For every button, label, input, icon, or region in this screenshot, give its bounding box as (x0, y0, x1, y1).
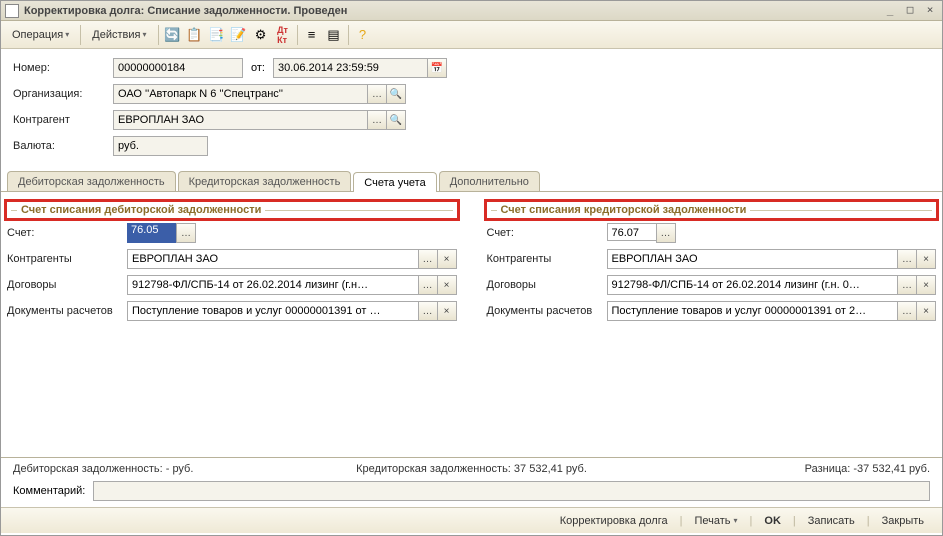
app-icon (5, 4, 19, 18)
minimize-button[interactable]: _ (882, 4, 898, 18)
credit-contr-label: Контрагенты (487, 253, 607, 265)
debit-contr-input[interactable] (127, 249, 419, 269)
credit-acct-label: Счет: (487, 227, 607, 239)
tab-credit[interactable]: Кредиторская задолженность (178, 171, 352, 191)
debit-writeoff-group: Счет списания дебиторской задолженности … (7, 202, 457, 322)
calendar-icon[interactable]: 📅 (427, 58, 447, 78)
help-icon[interactable]: ? (353, 25, 373, 45)
tab-accounts[interactable]: Счета учета (353, 172, 436, 192)
debit-contr-select[interactable]: … (418, 249, 438, 269)
org-search-button[interactable]: 🔍 (386, 84, 406, 104)
actions-menu[interactable]: Действия▾ (85, 26, 153, 44)
contractor-input[interactable] (113, 110, 368, 130)
tab-additional[interactable]: Дополнительно (439, 171, 540, 191)
close-button[interactable]: Закрыть (874, 513, 932, 529)
comment-input[interactable] (93, 481, 930, 501)
credit-doc-label: Документы расчетов (487, 305, 607, 317)
debit-doc-input[interactable] (127, 301, 419, 321)
credit-doc-select[interactable]: … (897, 301, 917, 321)
operation-menu[interactable]: Операция▾ (5, 26, 76, 44)
number-input[interactable] (113, 58, 243, 78)
header-form: Номер: от: 📅 Организация: … 🔍 Контрагент… (1, 49, 942, 165)
credit-acct-value[interactable]: 76.07 (607, 223, 657, 241)
date-input[interactable] (273, 58, 428, 78)
debit-contr-label: Контрагенты (7, 253, 127, 265)
debit-dog-select[interactable]: … (418, 275, 438, 295)
credit-writeoff-group: Счет списания кредиторской задолженности… (487, 202, 937, 322)
debit-total: Дебиторская задолженность: - руб. (13, 463, 319, 475)
currency-input[interactable] (113, 136, 208, 156)
org-input[interactable] (113, 84, 368, 104)
toolbar: Операция▾ Действия▾ 🔄 📋 📑 📝 ⚙ ДтКт ≡ ▤ ? (1, 21, 942, 49)
debit-doc-label: Документы расчетов (7, 305, 127, 317)
credit-dog-clear[interactable]: × (916, 275, 936, 295)
tabs: Дебиторская задолженность Кредиторская з… (1, 171, 942, 192)
dt-kt-icon[interactable]: ДтКт (273, 25, 293, 45)
tab-debit[interactable]: Дебиторская задолженность (7, 171, 176, 191)
contractor-select-button[interactable]: … (367, 110, 387, 130)
credit-dog-select[interactable]: … (897, 275, 917, 295)
from-label: от: (243, 62, 273, 74)
maximize-button[interactable]: □ (902, 4, 918, 18)
contractor-search-button[interactable]: 🔍 (386, 110, 406, 130)
number-label: Номер: (13, 62, 113, 74)
diff-total: Разница: -37 532,41 руб. (624, 463, 930, 475)
credit-contr-input[interactable] (607, 249, 899, 269)
correct-debt-button[interactable]: Корректировка долга (552, 513, 676, 529)
contractor-label: Контрагент (13, 114, 113, 126)
org-select-button[interactable]: … (367, 84, 387, 104)
structure-icon[interactable]: ≡ (302, 25, 322, 45)
list-icon[interactable]: ▤ (324, 25, 344, 45)
tab-accounts-body: Счет списания дебиторской задолженности … (1, 192, 942, 332)
debit-dog-input[interactable] (127, 275, 419, 295)
credit-doc-input[interactable] (607, 301, 899, 321)
credit-writeoff-title: Счет списания кредиторской задолженности (484, 199, 940, 221)
credit-total: Кредиторская задолженность: 37 532,41 ру… (319, 463, 625, 475)
footer: Корректировка долга | Печать▾ | OK | Зап… (1, 507, 942, 533)
credit-dog-input[interactable] (607, 275, 899, 295)
refresh-icon[interactable]: 🔄 (163, 25, 183, 45)
credit-acct-select[interactable]: … (656, 223, 676, 243)
currency-label: Валюта: (13, 140, 113, 152)
window-title: Корректировка долга: Списание задолженно… (24, 5, 882, 17)
credit-contr-clear[interactable]: × (916, 249, 936, 269)
credit-contr-select[interactable]: … (897, 249, 917, 269)
print-button[interactable]: Печать▾ (686, 513, 745, 529)
credit-doc-clear[interactable]: × (916, 301, 936, 321)
debit-dog-label: Договоры (7, 279, 127, 291)
movements-icon[interactable]: 📑 (207, 25, 227, 45)
post-icon[interactable]: 📋 (185, 25, 205, 45)
org-label: Организация: (13, 88, 113, 100)
debit-doc-select[interactable]: … (418, 301, 438, 321)
debit-doc-clear[interactable]: × (437, 301, 457, 321)
ok-button[interactable]: OK (756, 513, 789, 529)
debit-writeoff-title: Счет списания дебиторской задолженности (4, 199, 460, 221)
settings-icon[interactable]: ⚙ (251, 25, 271, 45)
comment-label: Комментарий: (13, 485, 85, 497)
titlebar: Корректировка долга: Списание задолженно… (1, 1, 942, 21)
totals-bar: Дебиторская задолженность: - руб. Кредит… (1, 457, 942, 478)
save-button[interactable]: Записать (800, 513, 863, 529)
debit-acct-value[interactable]: 76.05 (127, 223, 177, 243)
debit-acct-label: Счет: (7, 227, 127, 239)
credit-dog-label: Договоры (487, 279, 607, 291)
debit-acct-select[interactable]: … (176, 223, 196, 243)
debit-contr-clear[interactable]: × (437, 249, 457, 269)
close-window-button[interactable]: × (922, 4, 938, 18)
debit-dog-clear[interactable]: × (437, 275, 457, 295)
write-icon[interactable]: 📝 (229, 25, 249, 45)
